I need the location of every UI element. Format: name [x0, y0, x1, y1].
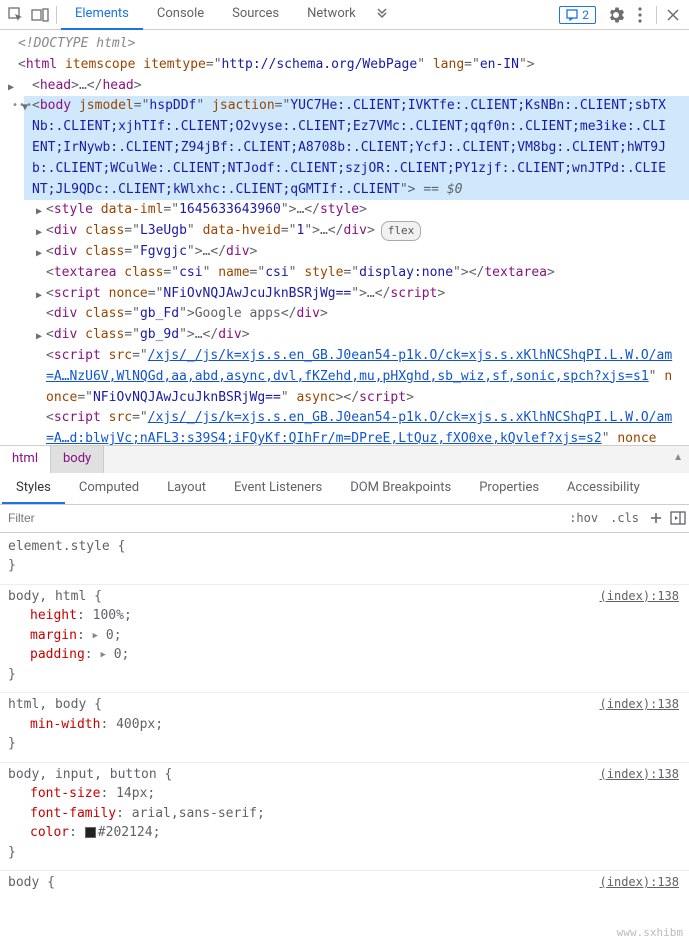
- expand-arrow-icon[interactable]: [36, 288, 42, 304]
- dom-body-selected[interactable]: ••• <body jsmodel="hspDDf" jsaction="YUC…: [24, 96, 689, 200]
- issues-bubble[interactable]: 2: [559, 6, 596, 24]
- toggle-sidebar-icon[interactable]: [667, 507, 689, 529]
- style-rule[interactable]: (index):138 body, html { height: 100%; m…: [0, 585, 689, 694]
- tab-sources[interactable]: Sources: [218, 0, 293, 30]
- dom-div[interactable]: <div class="Fgvgjc">…</div>: [38, 242, 675, 263]
- dom-head[interactable]: <head>…</head>: [10, 76, 689, 97]
- breadcrumb: html body ▲: [0, 445, 689, 473]
- new-style-rule-icon[interactable]: [645, 507, 667, 529]
- dom-style[interactable]: <style data-iml="1645633643960">…</style…: [38, 200, 675, 221]
- tab-elements[interactable]: Elements: [61, 0, 143, 30]
- styles-filter-bar: :hov .cls: [0, 505, 689, 533]
- cls-toggle[interactable]: .cls: [604, 507, 645, 529]
- expand-arrow-icon[interactable]: [22, 100, 28, 116]
- style-rule[interactable]: (index):138 body, input, button { font-s…: [0, 763, 689, 872]
- style-rule[interactable]: element.style {}: [0, 535, 689, 585]
- expand-arrow-icon[interactable]: [36, 246, 42, 262]
- dom-div-gb9d[interactable]: <div class="gb_9d">…</div>: [38, 325, 675, 346]
- styles-subtabs: Styles Computed Layout Event Listeners D…: [0, 473, 689, 505]
- color-swatch-icon[interactable]: [85, 827, 96, 838]
- hov-toggle[interactable]: :hov: [563, 507, 604, 529]
- device-toggle-icon[interactable]: [28, 3, 52, 27]
- dom-tree[interactable]: <!DOCTYPE html> <html itemscope itemtype…: [0, 30, 689, 445]
- breadcrumb-overflow: ▲: [104, 446, 689, 473]
- expand-arrow-icon[interactable]: [36, 204, 42, 220]
- filter-input[interactable]: [0, 507, 563, 529]
- crumb-body[interactable]: body: [51, 446, 104, 473]
- toolbar-divider: [56, 6, 57, 24]
- dom-doctype[interactable]: <!DOCTYPE html>: [10, 34, 689, 55]
- style-rule[interactable]: (index):138 body {: [0, 871, 689, 901]
- expand-arrow-icon[interactable]: [36, 329, 42, 345]
- subtab-properties[interactable]: Properties: [465, 473, 553, 504]
- tab-console[interactable]: Console: [143, 0, 218, 30]
- styles-panel[interactable]: element.style {} (index):138 body, html …: [0, 533, 689, 943]
- source-link[interactable]: (index):138: [600, 765, 679, 783]
- source-link[interactable]: (index):138: [600, 587, 679, 605]
- tab-network[interactable]: Network: [293, 0, 370, 30]
- dom-script-src[interactable]: <script src="/xjs/_/js/k=xjs.s.en_GB.J0e…: [38, 408, 675, 444]
- settings-icon[interactable]: [604, 3, 628, 27]
- subtab-event-listeners[interactable]: Event Listeners: [220, 473, 336, 504]
- devtools-toolbar: Elements Console Sources Network 2: [0, 0, 689, 30]
- subtab-layout[interactable]: Layout: [153, 473, 220, 504]
- crumb-html[interactable]: html: [0, 446, 51, 473]
- dom-html-open[interactable]: <html itemscope itemtype="http://schema.…: [10, 55, 689, 76]
- inspect-element-icon[interactable]: [4, 3, 28, 27]
- source-link[interactable]: (index):138: [600, 873, 679, 891]
- dom-body-children: <style data-iml="1645633643960">…</style…: [10, 200, 689, 444]
- kebab-menu-icon[interactable]: [628, 3, 652, 27]
- subtab-dom-breakpoints[interactable]: DOM Breakpoints: [336, 473, 465, 504]
- more-tabs-icon[interactable]: [370, 3, 394, 27]
- scroll-up-icon[interactable]: ▲: [673, 452, 683, 463]
- source-link[interactable]: (index):138: [600, 695, 679, 713]
- watermark-text: www.sxhibm: [617, 926, 683, 939]
- style-rule[interactable]: (index):138 html, body { min-width: 400p…: [0, 693, 689, 763]
- expand-arrow-icon[interactable]: [36, 225, 42, 241]
- close-icon[interactable]: [661, 3, 685, 27]
- dom-div-gbfd[interactable]: <div class="gb_Fd">Google apps</div>: [38, 304, 675, 325]
- subtab-computed[interactable]: Computed: [65, 473, 153, 504]
- dom-script[interactable]: <script nonce="NFiOvNQJAwJcuJknBSRjWg=="…: [38, 284, 675, 305]
- dom-textarea[interactable]: <textarea class="csi" name="csi" style="…: [38, 263, 675, 284]
- dom-div-main[interactable]: <div class="L3eUgb" data-hveid="1">…</di…: [38, 221, 675, 242]
- expand-arrow-icon[interactable]: [8, 80, 14, 96]
- dom-script-src[interactable]: <script src="/xjs/_/js/k=xjs.s.en_GB.J0e…: [38, 346, 675, 408]
- subtab-accessibility[interactable]: Accessibility: [553, 473, 654, 504]
- flex-badge[interactable]: flex: [381, 221, 422, 241]
- subtab-styles[interactable]: Styles: [2, 473, 65, 504]
- issues-count: 2: [582, 8, 589, 22]
- toolbar-divider: [656, 6, 657, 24]
